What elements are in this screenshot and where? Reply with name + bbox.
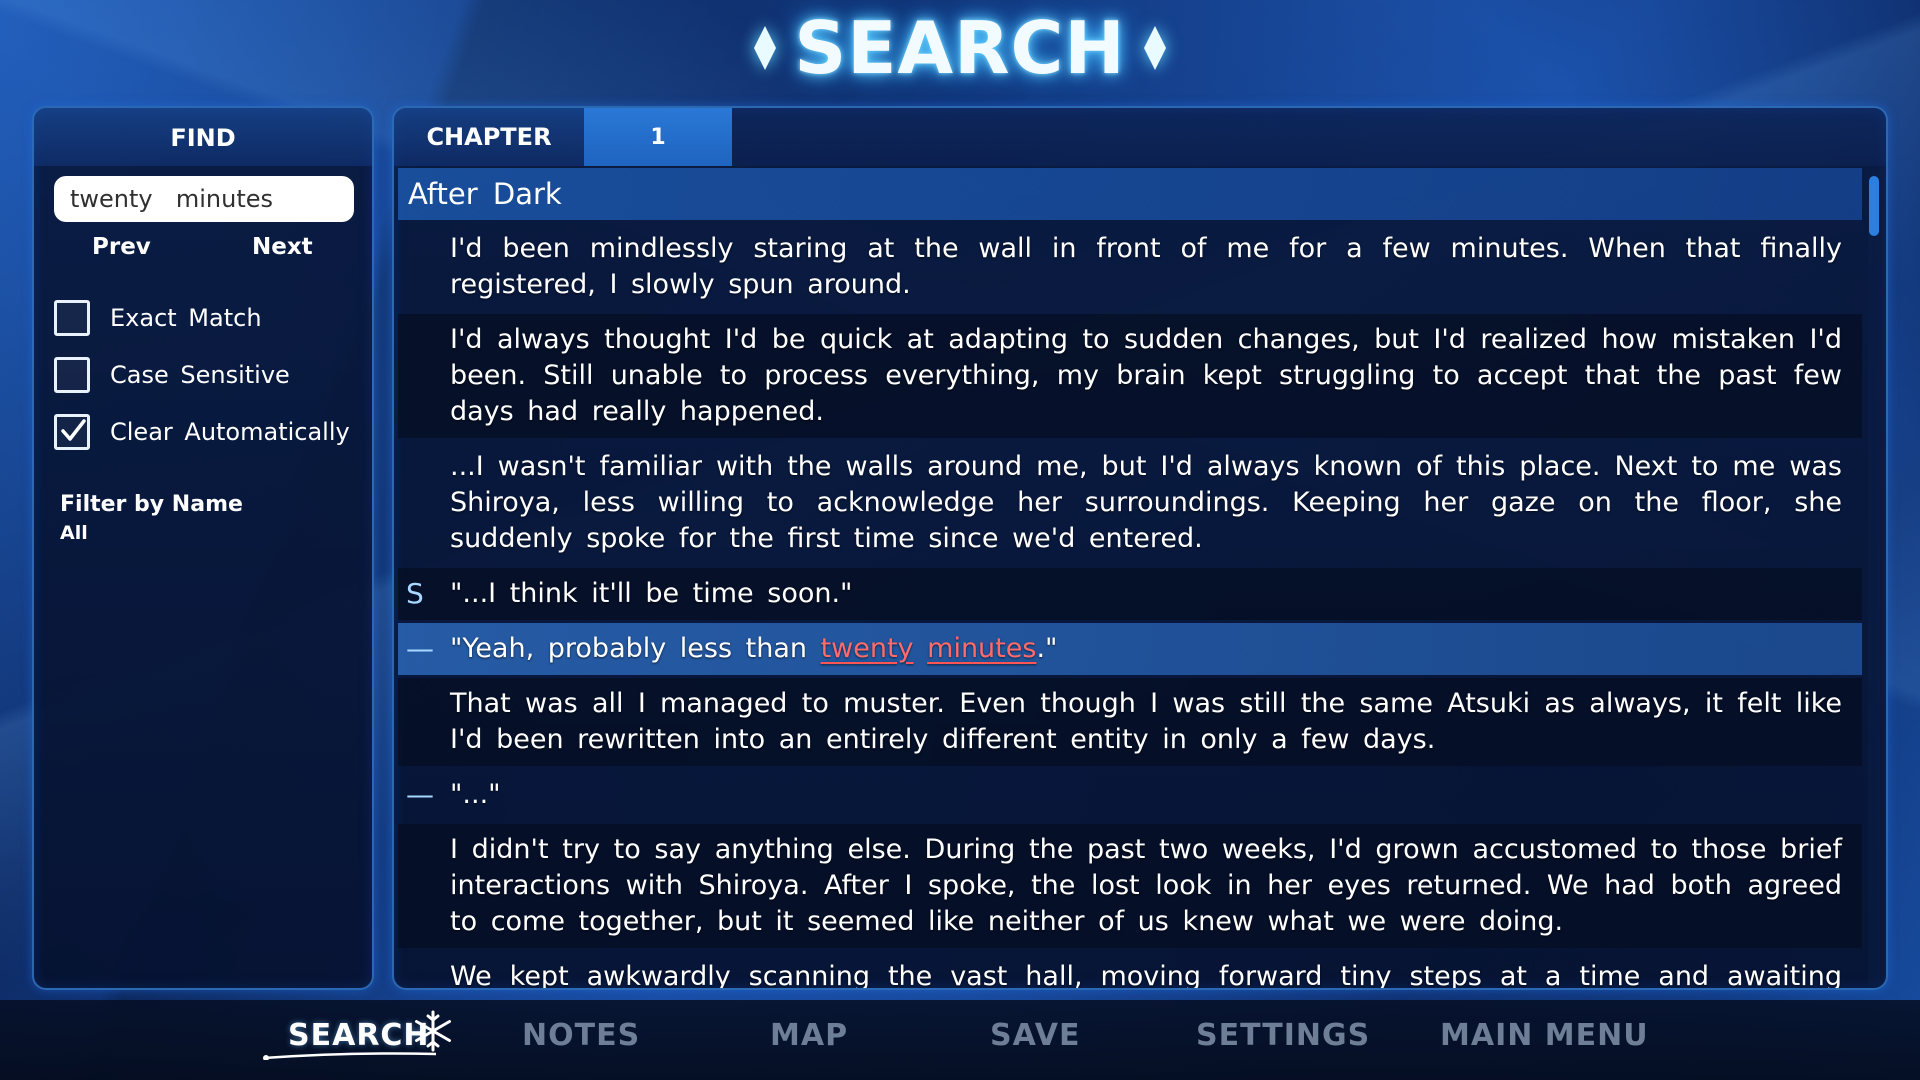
section-title: After Dark: [398, 168, 1862, 220]
log-text: "Yeah, probably less than twenty minutes…: [450, 623, 1862, 675]
clear-automatically-label: Clear Automatically: [110, 418, 350, 446]
log-row[interactable]: — "...": [398, 769, 1862, 821]
menu-map[interactable]: MAP: [770, 1018, 848, 1053]
diamond-icon: [1143, 26, 1166, 70]
log-row[interactable]: We kept awkwardly scanning the vast hall…: [398, 951, 1862, 988]
log-row[interactable]: S "...I think it'll be time soon.": [398, 568, 1862, 620]
speaker-mark: [398, 824, 450, 948]
menu-save[interactable]: SAVE: [990, 1018, 1081, 1053]
exact-match-label: Exact Match: [110, 304, 262, 332]
log-text: I'd been mindlessly staring at the wall …: [450, 233, 1842, 300]
search-match: minutes: [927, 633, 1037, 664]
active-underline: [263, 1052, 437, 1060]
prev-button[interactable]: Prev: [92, 234, 151, 260]
snowflake-icon: [415, 1010, 451, 1052]
speaker-mark: [398, 314, 450, 438]
log-text: ...I wasn't familiar with the walls arou…: [450, 451, 1842, 554]
exact-match-checkbox[interactable]: [54, 300, 90, 336]
filter-by-name-label: Filter by Name: [60, 492, 243, 517]
log-row[interactable]: ...I wasn't familiar with the walls arou…: [398, 441, 1862, 565]
speaker-mark: [398, 223, 450, 311]
screen-title-bar: SEARCH: [0, 0, 1920, 96]
menu-settings[interactable]: SETTINGS: [1196, 1018, 1370, 1053]
log-row[interactable]: I'd always thought I'd be quick at adapt…: [398, 314, 1862, 438]
log-row[interactable]: I'd been mindlessly staring at the wall …: [398, 223, 1862, 311]
log-row[interactable]: That was all I managed to muster. Even t…: [398, 678, 1862, 766]
text-segment: .": [1036, 633, 1058, 664]
exact-match-option[interactable]: Exact Match: [54, 298, 262, 338]
filter-by-name-value[interactable]: All: [60, 522, 88, 544]
diamond-icon: [754, 26, 777, 70]
log-text: I'd always thought I'd be quick at adapt…: [450, 324, 1842, 427]
scrollbar[interactable]: [1868, 170, 1880, 988]
results-panel: CHAPTER 1 After Dark I'd been mindlessly…: [392, 106, 1888, 990]
checkmark-icon: [61, 419, 86, 441]
speaker-mark: —: [406, 778, 434, 811]
menu-notes[interactable]: NOTES: [522, 1018, 640, 1053]
log-text: "...I think it'll be time soon.": [450, 578, 853, 609]
menu-main-menu[interactable]: MAIN MENU: [1440, 1018, 1649, 1053]
search-input[interactable]: [54, 176, 354, 222]
speaker-mark: [398, 678, 450, 766]
speaker-mark: —: [406, 632, 434, 665]
find-panel: FIND Prev Next Exact Match Case Sensitiv…: [32, 106, 374, 990]
next-button[interactable]: Next: [252, 234, 313, 260]
log-text: I didn't try to say anything else. Durin…: [450, 834, 1842, 937]
screen-title: SEARCH: [794, 6, 1126, 90]
log-text: "...": [450, 779, 501, 810]
menu-search[interactable]: SEARCH: [288, 1018, 430, 1053]
clear-automatically-option[interactable]: Clear Automatically: [54, 412, 350, 452]
log-content: After Dark I'd been mindlessly staring a…: [398, 168, 1862, 988]
speaker-mark: [398, 951, 450, 988]
chapter-header-fill: [732, 108, 1886, 166]
speaker-mark: S: [406, 577, 424, 610]
chapter-number-selector[interactable]: 1: [584, 108, 732, 166]
log-row-match[interactable]: — "Yeah, probably less than twenty minut…: [398, 623, 1862, 675]
log-row[interactable]: I didn't try to say anything else. Durin…: [398, 824, 1862, 948]
find-label: FIND: [170, 124, 236, 152]
case-sensitive-label: Case Sensitive: [110, 361, 290, 389]
chapter-label: CHAPTER: [394, 108, 584, 166]
text-segment: "Yeah, probably less than: [450, 633, 821, 664]
speaker-mark: [398, 441, 450, 565]
case-sensitive-option[interactable]: Case Sensitive: [54, 355, 290, 395]
clear-automatically-checkbox[interactable]: [54, 414, 90, 450]
text-segment: [914, 633, 928, 664]
scrollbar-thumb[interactable]: [1869, 176, 1879, 236]
log-text: That was all I managed to muster. Even t…: [450, 688, 1842, 755]
case-sensitive-checkbox[interactable]: [54, 357, 90, 393]
log-text: We kept awkwardly scanning the vast hall…: [450, 961, 1842, 988]
search-match: twenty: [820, 633, 914, 664]
